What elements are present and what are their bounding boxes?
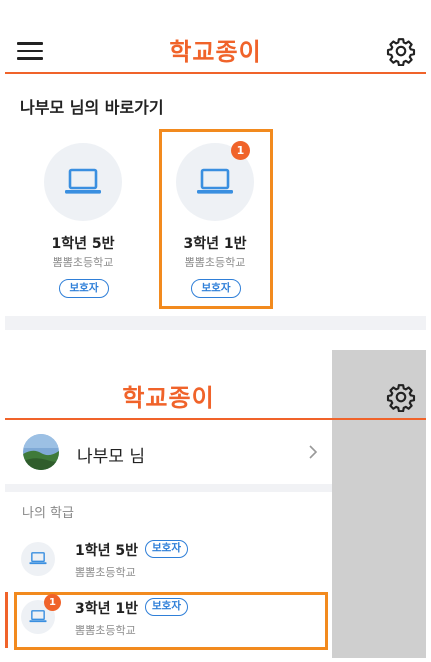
notification-badge: 1: [44, 594, 61, 611]
school-name: 뽐뽐초등학교: [184, 256, 246, 269]
drawer-screen: 학교종이 나부모 님 나의 학급 1학년 5반 보호자 뽐뽐초등학교 1 3학년…: [5, 350, 426, 658]
class-icon-circle: 1: [176, 141, 254, 221]
class-name: 1학년 5반: [75, 543, 138, 559]
drawer-header: 학교종이: [5, 350, 426, 420]
home-screen: 학교종이 나부모 님의 바로가기 1학년 5반 뽐뽐초등학교 보호자 1 3학년…: [5, 4, 426, 330]
section-divider: [5, 316, 426, 330]
role-chip: 보호자: [191, 279, 241, 298]
section-title: 나의 학급: [22, 506, 74, 521]
section-divider: [5, 484, 332, 492]
user-name: 나부모 님: [77, 447, 145, 467]
school-name: 뽐뽐초등학교: [75, 624, 136, 637]
gear-icon[interactable]: [386, 382, 416, 412]
class-name: 3학년 1반: [75, 601, 138, 617]
gear-icon[interactable]: [386, 36, 416, 66]
role-chip: 보호자: [145, 540, 188, 558]
class-icon-circle: [21, 542, 55, 576]
laptop-icon: [197, 168, 233, 194]
notification-badge: 1: [231, 141, 250, 160]
class-icon-circle: [44, 143, 122, 221]
school-name: 뽐뽐초등학교: [52, 256, 114, 269]
app-header: 학교종이: [5, 4, 426, 74]
app-logo: 학교종이: [122, 384, 215, 412]
role-chip: 보호자: [145, 598, 188, 616]
class-name: 3학년 1반: [183, 236, 247, 252]
class-name: 1학년 5반: [51, 236, 115, 252]
drawer-class-item-2[interactable]: 1 3학년 1반 보호자 뽐뽐초등학교: [5, 592, 332, 650]
active-indicator: [5, 592, 8, 648]
drawer-class-item-1[interactable]: 1학년 5반 보호자 뽐뽐초등학교: [5, 534, 332, 590]
class-card-1[interactable]: 1학년 5반 뽐뽐초등학교 보호자: [25, 129, 155, 309]
laptop-icon: [29, 610, 47, 623]
profile-row[interactable]: 나부모 님: [5, 422, 332, 484]
class-card-2[interactable]: 1 3학년 1반 뽐뽐초등학교 보호자: [157, 129, 287, 309]
chevron-right-icon: [309, 445, 318, 459]
laptop-icon: [29, 552, 47, 565]
shortcut-greeting: 나부모 님의 바로가기: [20, 98, 164, 117]
school-name: 뽐뽐초등학교: [75, 566, 136, 579]
app-logo: 학교종이: [169, 38, 262, 66]
role-chip: 보호자: [59, 279, 109, 298]
avatar: [23, 434, 59, 470]
laptop-icon: [65, 168, 101, 194]
